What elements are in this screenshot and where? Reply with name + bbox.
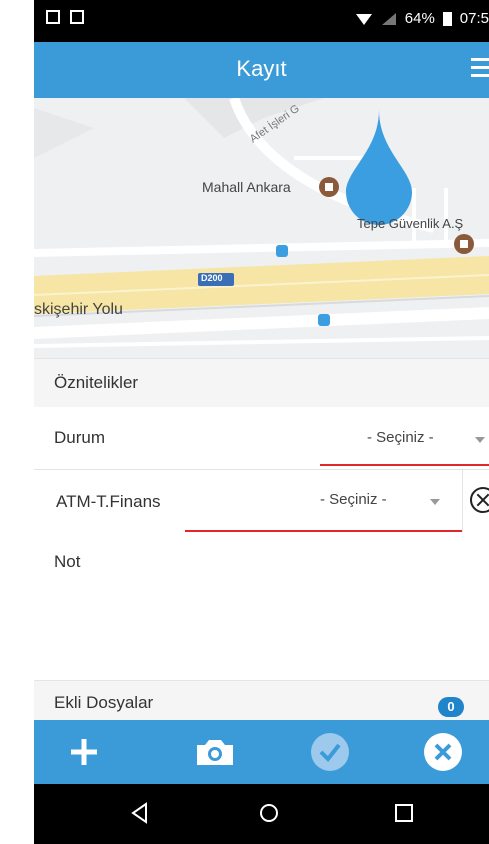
note-field[interactable]: Not [34, 532, 489, 678]
attributes-title: Öznitelikler [54, 373, 139, 392]
durum-error-underline [320, 464, 489, 466]
signal-icon [381, 12, 396, 25]
attachments-count-badge: 0 [438, 697, 464, 717]
app-bar: Kayıt [34, 42, 489, 98]
app-screen: 64% 07:5 Kayıt Afet İşleri G Mahall Anka… [34, 0, 489, 844]
location-drop-marker [346, 110, 412, 225]
note-label: Not [54, 552, 81, 571]
map-label-mall: Mahall Ankara [202, 179, 291, 195]
menu-icon[interactable] [471, 58, 489, 78]
action-toolbar [34, 720, 489, 784]
check-icon[interactable] [310, 732, 350, 772]
battery-percent: 64% [404, 10, 435, 27]
attachments-label: Ekli Dosyalar [54, 693, 154, 712]
atm-select[interactable]: - Seçiniz - [320, 491, 387, 508]
status-bar: 64% 07:5 [34, 0, 489, 42]
download-notification-icon [70, 10, 84, 24]
map-label-tepe: Tepe Güvenlik A.Ş [357, 216, 464, 231]
image-notification-icon [46, 10, 60, 24]
battery-icon [442, 11, 452, 26]
chevron-down-icon [475, 437, 485, 443]
attributes-header: Öznitelikler [34, 358, 489, 408]
road-shield-label: D200 [201, 273, 223, 283]
chevron-down-icon [430, 499, 440, 505]
atm-label: ATM-T.Finans [56, 492, 161, 511]
map-view[interactable]: Afet İşleri G Mahall Ankara Tepe Güvenli… [34, 98, 489, 358]
system-nav-bar [34, 784, 489, 844]
durum-field[interactable]: Durum - Seçiniz - [34, 407, 489, 467]
close-icon[interactable] [423, 732, 463, 772]
attachments-header[interactable]: Ekli Dosyalar 0 [34, 680, 489, 721]
page-title: Kayıt [236, 56, 287, 81]
clear-icon[interactable] [470, 487, 489, 513]
durum-select[interactable]: - Seçiniz - [367, 429, 434, 446]
divider [462, 470, 463, 532]
back-icon[interactable] [130, 802, 150, 824]
add-icon[interactable] [69, 737, 99, 767]
wifi-icon [355, 13, 372, 25]
atm-field[interactable]: ATM-T.Finans - Seçiniz - [34, 469, 489, 533]
clock: 07:5 [459, 10, 489, 27]
map-label-road: skişehir Yolu [34, 301, 123, 318]
camera-icon[interactable] [195, 737, 235, 767]
home-icon[interactable] [258, 802, 280, 824]
durum-label: Durum [54, 428, 106, 447]
recents-icon[interactable] [394, 803, 414, 823]
